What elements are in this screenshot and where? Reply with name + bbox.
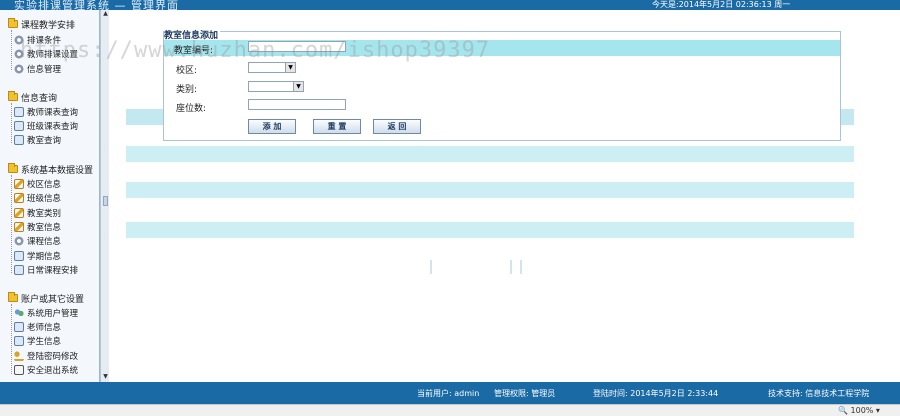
- back-button[interactable]: 返 回: [373, 119, 421, 134]
- gear-icon: [14, 64, 24, 74]
- sidebar-item-schedule-condition[interactable]: 排课条件: [14, 34, 61, 46]
- folder-icon: [8, 292, 18, 302]
- document-icon: [14, 135, 24, 145]
- document-icon: [14, 251, 24, 261]
- seats-input[interactable]: [248, 99, 346, 110]
- menu-group-basic-data[interactable]: 系统基本数据设置: [8, 163, 93, 176]
- document-icon: [14, 265, 24, 275]
- category-label: 类别:: [176, 85, 198, 95]
- pencil-icon: [14, 222, 24, 232]
- campus-label: 校区:: [176, 66, 198, 76]
- tech-support: 技术支持: 信息技术工程学院: [768, 389, 870, 398]
- status-bar: 当前用户: admin 管理权限: 管理员 登陆时间: 2014年5月2日 2:…: [0, 382, 900, 404]
- zoom-control[interactable]: 🔍 100% ▾: [838, 406, 880, 415]
- sidebar-item-logout[interactable]: 安全退出系统: [14, 364, 78, 376]
- table-row: [126, 182, 854, 198]
- menu-group-account[interactable]: 账户或其它设置: [8, 292, 84, 305]
- document-icon: [14, 121, 24, 131]
- sidebar-menu: 课程教学安排 排课条件 教师排课设置 信息管理 信息查询 教师课表查询 班级课表…: [0, 10, 100, 382]
- sidebar-item-room-category[interactable]: 教室类别: [14, 207, 61, 219]
- scroll-thumb[interactable]: [103, 196, 108, 206]
- gear-icon: [14, 35, 24, 45]
- folder-icon: [8, 163, 18, 173]
- sidebar-item-teacher-timetable[interactable]: 教师课表查询: [14, 106, 78, 118]
- add-button[interactable]: 添 加: [248, 119, 296, 134]
- document-icon: [14, 107, 24, 117]
- sidebar-item-teacher-schedule[interactable]: 教师排课设置: [14, 48, 78, 60]
- exit-icon: [14, 365, 24, 375]
- zoom-level: 100%: [850, 406, 874, 415]
- category-select[interactable]: ▼: [248, 81, 304, 92]
- tree-line: [11, 304, 12, 374]
- sidebar-item-student-info[interactable]: 学生信息: [14, 335, 61, 347]
- scroll-down-icon[interactable]: ▼: [102, 373, 109, 381]
- document-icon: [14, 336, 24, 346]
- document-icon: [14, 322, 24, 332]
- folder-icon: [8, 18, 18, 28]
- chevron-down-icon[interactable]: ▼: [293, 82, 303, 91]
- tree-line: [11, 30, 12, 70]
- sidebar-item-teacher-info[interactable]: 老师信息: [14, 321, 61, 333]
- gear-icon: [14, 49, 24, 59]
- table-row: [126, 222, 854, 238]
- sidebar-item-course-info[interactable]: 课程信息: [14, 235, 61, 247]
- login-time: 登陆时间: 2014年5月2日 2:33:44: [593, 389, 719, 398]
- permission: 管理权限: 管理员: [494, 389, 556, 398]
- table-row: [126, 146, 854, 162]
- tree-line: [11, 175, 12, 273]
- sidebar-item-room-info[interactable]: 教室信息: [14, 221, 61, 233]
- sidebar-item-term-info[interactable]: 学期信息: [14, 250, 61, 262]
- room-add-form: 教室信息添加 教室编号: 校区: ▼ 类别: ▼ 座位数: 添 加 重 置 返 …: [163, 28, 841, 141]
- date-display: 今天是:2014年5月2日 02:36:13 周一: [652, 0, 791, 9]
- reset-button[interactable]: 重 置: [313, 119, 361, 134]
- campus-select[interactable]: ▼: [248, 62, 296, 73]
- current-user: 当前用户: admin: [417, 389, 480, 398]
- seats-label: 座位数:: [176, 104, 207, 114]
- chevron-down-icon[interactable]: ▼: [285, 63, 295, 72]
- gear-icon: [14, 236, 24, 246]
- folder-icon: [8, 91, 18, 101]
- room-no-label: 教室编号:: [174, 46, 214, 56]
- sidebar-scrollbar[interactable]: ▲ ▼: [100, 10, 109, 382]
- room-no-input[interactable]: [248, 41, 346, 52]
- sidebar-item-room-query[interactable]: 教室查询: [14, 134, 61, 146]
- main-content: 教室信息添加 教室编号: 校区: ▼ 类别: ▼ 座位数: 添 加 重 置 返 …: [110, 10, 900, 382]
- sidebar-item-info-manage[interactable]: 信息管理: [14, 63, 61, 75]
- sidebar-item-campus[interactable]: 校区信息: [14, 178, 61, 190]
- scroll-up-icon[interactable]: ▲: [102, 10, 109, 18]
- pager: [410, 260, 550, 274]
- sidebar-item-class[interactable]: 班级信息: [14, 192, 61, 204]
- tree-line: [11, 103, 12, 143]
- sidebar-item-change-password[interactable]: 登陆密码修改: [14, 350, 78, 362]
- sidebar-item-daily-schedule[interactable]: 日常课程安排: [14, 264, 78, 276]
- users-icon: [14, 308, 24, 318]
- menu-group-query[interactable]: 信息查询: [8, 91, 57, 104]
- pencil-icon: [14, 208, 24, 218]
- pencil-icon: [14, 179, 24, 189]
- pencil-icon: [14, 193, 24, 203]
- browser-status-bar: 🔍 100% ▾: [0, 404, 900, 416]
- menu-group-course[interactable]: 课程教学安排: [8, 18, 75, 31]
- sidebar-item-class-timetable[interactable]: 班级课表查询: [14, 120, 78, 132]
- key-icon: [14, 351, 24, 361]
- system-title: 实验排课管理系统 — 管理界面: [14, 0, 179, 10]
- sidebar-item-user-manage[interactable]: 系统用户管理: [14, 307, 78, 319]
- top-header: 实验排课管理系统 — 管理界面 今天是:2014年5月2日 02:36:13 周…: [0, 0, 900, 10]
